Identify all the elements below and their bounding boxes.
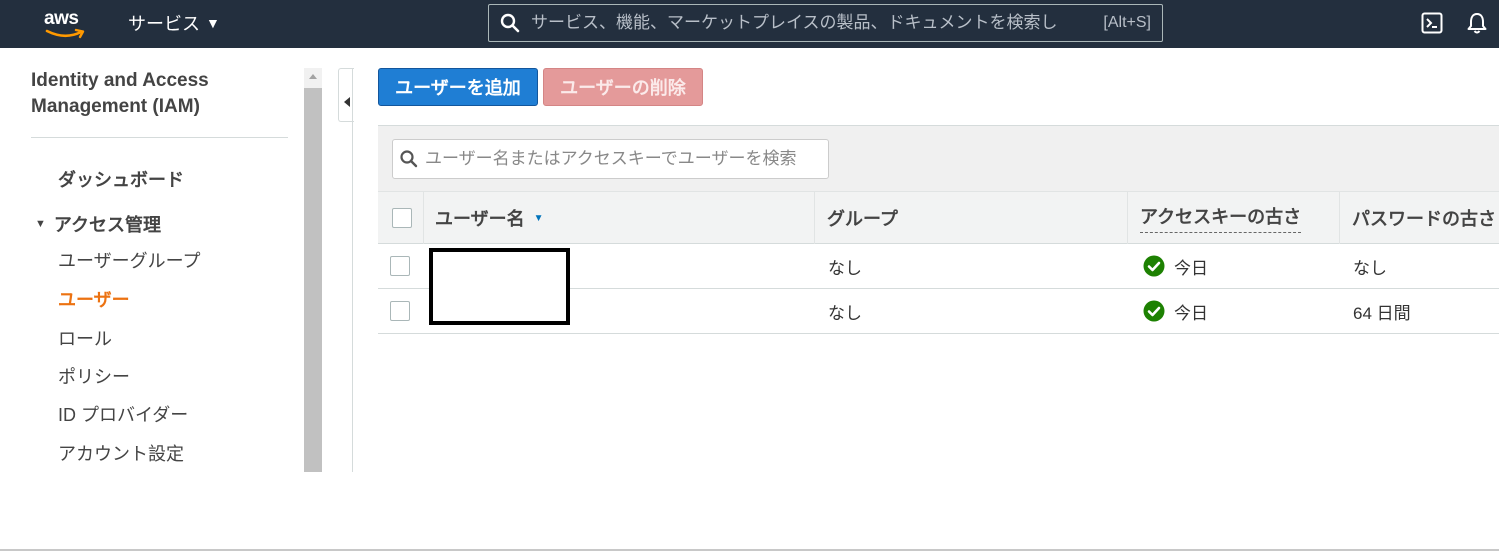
sidebar-item-roles[interactable]: ロール [58, 325, 112, 351]
column-divider [1339, 192, 1340, 244]
column-header-access-key-age[interactable]: アクセスキーの古さ [1140, 192, 1302, 244]
search-icon [393, 150, 425, 168]
sidebar-title[interactable]: Identity and Access Management (IAM) [31, 68, 291, 120]
caret-down-icon: ▼ [35, 218, 46, 230]
column-divider [423, 192, 424, 244]
sidebar-item-account-settings[interactable]: アカウント設定 [58, 440, 184, 466]
column-header-access-key-age-label: アクセスキーの古さ [1140, 203, 1302, 233]
row-checkbox-cell [390, 289, 410, 333]
sidebar: Identity and Access Management (IAM) ダッシ… [0, 48, 323, 472]
column-divider [1127, 192, 1128, 244]
redaction-box [429, 248, 570, 325]
select-all-checkbox-cell [392, 192, 412, 244]
sidebar-item-users[interactable]: ユーザー [58, 286, 130, 312]
sidebar-item-identity-providers[interactable]: ID プロバイダー [58, 401, 188, 427]
password-age-cell: 64 日間 [1353, 303, 1411, 323]
column-header-groups[interactable]: グループ [827, 192, 898, 244]
services-label: サービス [128, 14, 200, 34]
sidebar-item-dashboard[interactable]: ダッシュボード [58, 166, 184, 192]
sidebar-section-label: アクセス管理 [53, 215, 161, 235]
scroll-up-arrow-icon[interactable] [309, 74, 317, 79]
aws-logo[interactable]: aws [44, 8, 90, 40]
sort-descending-icon[interactable]: ▼ [534, 213, 544, 224]
sidebar-section-access-management[interactable]: ▼ アクセス管理 [35, 211, 161, 237]
select-all-checkbox[interactable] [392, 208, 412, 228]
user-search[interactable] [392, 139, 829, 179]
user-search-input[interactable] [425, 149, 828, 169]
column-header-username-label: ユーザー名 [435, 209, 525, 229]
delete-user-button[interactable]: ユーザーの削除 [543, 68, 703, 106]
check-circle-icon [1143, 300, 1165, 322]
access-key-age-cell: 今日 [1143, 289, 1208, 333]
groups-cell: なし [828, 303, 862, 323]
table-filter-bar [378, 125, 1499, 191]
aws-smile-icon [45, 28, 85, 39]
row-checkbox[interactable] [390, 256, 410, 276]
sidebar-divider [31, 137, 288, 138]
caret-down-icon: ▼ [206, 15, 220, 31]
check-circle-icon [1143, 255, 1165, 277]
groups-cell: なし [828, 258, 862, 278]
chevron-left-icon [344, 97, 350, 107]
sidebar-scrollbar-thumb[interactable] [304, 88, 322, 472]
bell-icon[interactable] [1466, 11, 1488, 35]
services-menu-button[interactable]: サービス ▼ [128, 11, 220, 35]
search-icon [489, 4, 531, 42]
content-divider [352, 68, 353, 472]
add-user-button[interactable]: ユーザーを追加 [378, 68, 538, 106]
top-navigation-bar: aws サービス ▼ [Alt+S] [0, 0, 1499, 48]
sidebar-item-policies[interactable]: ポリシー [58, 363, 130, 389]
global-search[interactable]: [Alt+S] [488, 4, 1163, 42]
sidebar-scrollbar[interactable] [304, 68, 322, 472]
cloudshell-icon[interactable] [1421, 12, 1443, 34]
column-header-password-age[interactable]: パスワードの古さ [1352, 192, 1496, 244]
global-search-input[interactable] [531, 13, 1104, 33]
aws-logo-text: aws [44, 8, 79, 29]
row-checkbox-cell [390, 244, 410, 288]
sidebar-item-user-groups[interactable]: ユーザーグループ [58, 247, 201, 273]
users-table-header: ユーザー名 ▼ グループ アクセスキーの古さ パスワードの古さ [378, 191, 1499, 244]
column-divider [814, 192, 815, 244]
column-header-username[interactable]: ユーザー名 ▼ [435, 192, 544, 244]
access-key-age-cell: 今日 [1143, 244, 1208, 288]
search-shortcut-hint: [Alt+S] [1103, 14, 1151, 31]
access-key-age-value: 今日 [1174, 258, 1208, 278]
password-age-cell: なし [1353, 258, 1387, 278]
access-key-age-value: 今日 [1174, 303, 1208, 323]
row-checkbox[interactable] [390, 301, 410, 321]
